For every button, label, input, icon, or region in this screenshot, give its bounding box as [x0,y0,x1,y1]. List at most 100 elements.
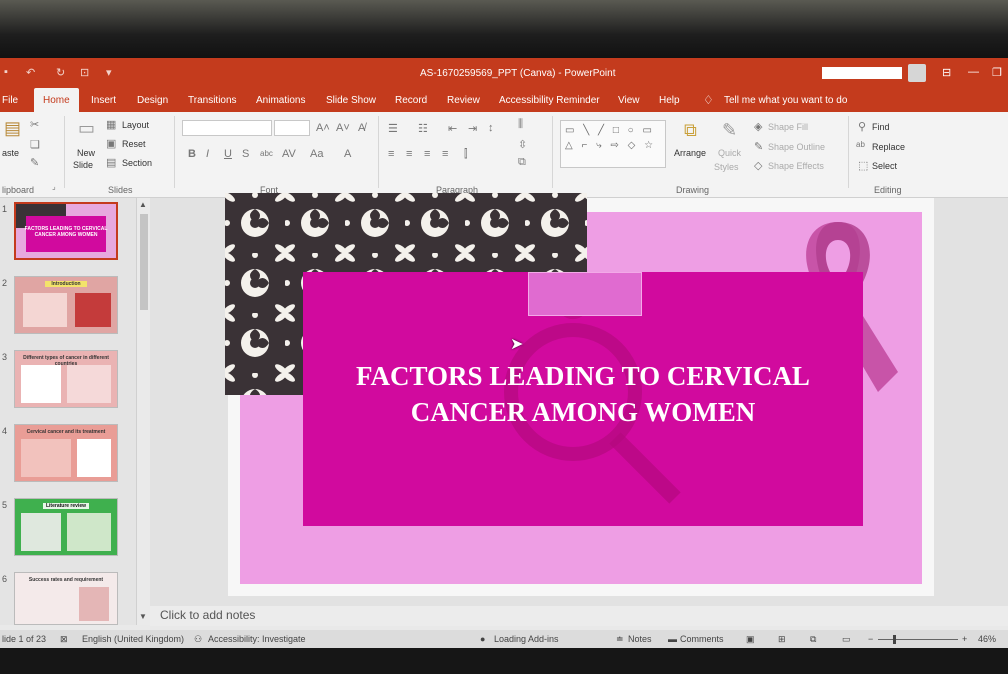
reading-view-icon[interactable]: ⧉ [810,634,816,645]
character-spacing-icon[interactable]: AV [282,148,296,160]
zoom-in-icon[interactable]: + [962,634,967,644]
clipboard-launcher-icon[interactable]: ⌟ [52,182,56,191]
thumbnail-slide-1[interactable]: FACTORS LEADING TO CERVICAL CANCER AMONG… [14,202,118,260]
copy-icon[interactable]: ❏ [30,138,40,151]
comments-button[interactable]: Comments [680,634,724,644]
ribbon-display-icon[interactable]: ⊟ [942,66,951,79]
slideshow-icon[interactable]: ▭ [842,634,851,645]
thumbnail-slide-5[interactable]: Literature review [14,498,118,556]
thumbnail-slide-3[interactable]: Different types of cancer in different c… [14,350,118,408]
strikethrough-icon[interactable]: abc [260,149,273,158]
text-direction-icon[interactable]: ⫼ [518,118,523,131]
convert-smartart-icon[interactable]: ⧉ [518,156,526,169]
tab-accessibility-reminder[interactable]: Accessibility Reminder [499,95,600,106]
find-button[interactable]: Find [872,122,890,132]
minimize-icon[interactable]: — [968,66,979,78]
font-color-icon[interactable]: A [344,148,351,160]
increase-indent-icon[interactable]: ⇥ [468,122,477,135]
justify-icon[interactable]: ≡ [442,148,448,160]
align-center-icon[interactable]: ≡ [406,148,412,160]
decrease-font-icon[interactable]: A˅ [336,122,350,134]
scroll-down-icon[interactable]: ▼ [139,612,147,621]
underline-icon[interactable]: U [224,148,232,160]
bold-icon[interactable]: B [188,148,196,160]
tab-review[interactable]: Review [447,95,480,106]
format-painter-icon[interactable]: ✎ [30,156,39,169]
thumbnail-slide-4[interactable]: Cervical cancer and its treatment [14,424,118,482]
thumbnail-slide-6[interactable]: Success rates and requirement [14,572,118,625]
slide-sorter-icon[interactable]: ⊞ [778,634,786,645]
tell-me-search[interactable]: Tell me what you want to do [724,95,847,106]
thumbnails-scrollbar[interactable]: ▲ ▼ [136,198,150,625]
user-name-field[interactable] [822,67,902,79]
new-slide-label-1[interactable]: New [77,148,95,158]
zoom-level[interactable]: 46% [978,634,996,644]
zoom-out-icon[interactable]: − [868,634,873,644]
tab-slide-show[interactable]: Slide Show [326,95,376,106]
change-case-icon[interactable]: Aa [310,148,323,160]
align-left-icon[interactable]: ≡ [388,148,394,160]
tab-home[interactable]: Home [34,88,79,112]
scroll-thumb[interactable] [140,214,148,310]
save-icon[interactable]: ▪ [4,66,8,78]
increase-font-icon[interactable]: A˄ [316,122,330,134]
notes-pane[interactable]: Click to add notes [150,606,1008,626]
tab-file[interactable]: File [2,95,18,106]
paste-button[interactable]: aste [2,148,19,158]
shapes-gallery[interactable]: ▭ ╲ ╱ □ ○ ▭ △ ⌐ ⤷ ⇨ ◇ ☆ [560,120,666,168]
tab-view[interactable]: View [618,95,640,106]
select-button[interactable]: Select [872,161,897,171]
zoom-slider[interactable] [878,639,958,640]
tab-help[interactable]: Help [659,95,680,106]
align-right-icon[interactable]: ≡ [424,148,430,160]
columns-icon[interactable]: ⫿ [464,148,468,161]
accessibility-status[interactable]: Accessibility: Investigate [208,634,306,644]
new-slide-icon[interactable]: ▭ [78,118,95,139]
zoom-slider-thumb[interactable] [893,635,896,644]
present-icon[interactable]: ⊡ [80,66,89,79]
decrease-indent-icon[interactable]: ⇤ [448,122,457,135]
numbering-icon[interactable]: ☷ [418,122,428,135]
font-family-select[interactable] [182,120,272,136]
spellcheck-icon[interactable]: ⊠ [60,634,68,645]
bullets-icon[interactable]: ☰ [388,122,398,135]
slide[interactable]: FACTORS LEADING TO CERVICAL CANCER AMONG… [225,193,934,596]
paste-icon[interactable]: ▤ [4,118,21,139]
restore-icon[interactable]: ❐ [992,66,1002,79]
thumbnail-slide-2[interactable]: Introduction [14,276,118,334]
tab-record[interactable]: Record [395,95,427,106]
tab-transitions[interactable]: Transitions [188,95,237,106]
redo-icon[interactable]: ↻ [56,66,65,79]
tab-design[interactable]: Design [137,95,168,106]
arrange-icon[interactable]: ⧉ [684,120,697,141]
reset-button[interactable]: Reset [122,139,146,149]
shadow-icon[interactable]: S [242,148,249,160]
section-button[interactable]: Section [122,158,152,168]
shape-fill-button[interactable]: Shape Fill [768,122,808,132]
avatar[interactable] [908,64,926,82]
scroll-up-icon[interactable]: ▲ [139,200,147,209]
cut-icon[interactable]: ✂ [30,118,39,131]
quick-styles-label-1[interactable]: Quick [718,148,741,158]
notes-button[interactable]: Notes [628,634,652,644]
slide-title[interactable]: FACTORS LEADING TO CERVICAL CANCER AMONG… [303,358,863,430]
shape-outline-button[interactable]: Shape Outline [768,142,825,152]
shape-effects-button[interactable]: Shape Effects [768,161,824,171]
language-status[interactable]: English (United Kingdom) [82,634,184,644]
layout-button[interactable]: Layout [122,120,149,130]
quick-styles-icon[interactable]: ✎ [722,120,737,141]
tab-animations[interactable]: Animations [256,95,305,106]
customize-toolbar-icon[interactable]: ▾ [106,66,112,79]
arrange-button[interactable]: Arrange [674,148,706,158]
clear-formatting-icon[interactable]: A̸ [358,122,365,134]
quick-styles-label-2[interactable]: Styles [714,162,739,172]
line-spacing-icon[interactable]: ↕ [488,122,494,134]
italic-icon[interactable]: I [206,148,209,160]
normal-view-icon[interactable]: ▣ [746,634,755,645]
new-slide-label-2[interactable]: Slide [73,160,93,170]
align-text-icon[interactable]: ⇳ [518,138,527,151]
tab-insert[interactable]: Insert [91,95,116,106]
font-size-select[interactable] [274,120,310,136]
replace-button[interactable]: Replace [872,142,905,152]
undo-icon[interactable]: ↶ [26,66,35,79]
